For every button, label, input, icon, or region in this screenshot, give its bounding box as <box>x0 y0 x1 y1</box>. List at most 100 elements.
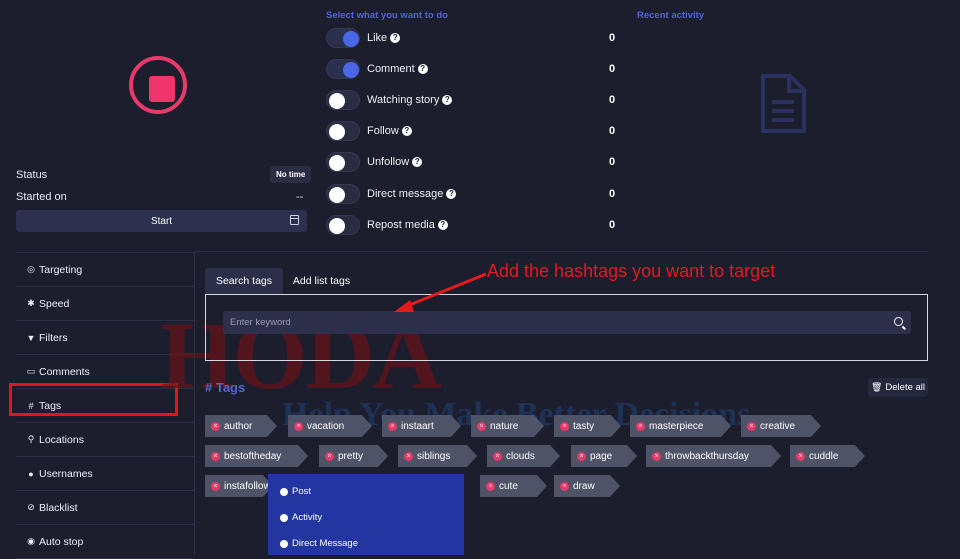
tag-chip[interactable]: × vacation <box>288 415 372 437</box>
toggle-comment[interactable] <box>326 59 360 79</box>
tag-chip[interactable]: × instaart <box>382 415 461 437</box>
tag-label: siblings <box>417 450 451 462</box>
action-count: 0 <box>609 32 616 44</box>
dropdown-item[interactable]: Activity <box>280 512 322 523</box>
tag-chip[interactable]: × author <box>205 415 277 437</box>
tag-chip[interactable]: × draw <box>554 475 620 497</box>
dropdown-item[interactable]: Direct Message <box>280 538 358 549</box>
sidebar-item-label: Blacklist <box>39 501 78 514</box>
sidebar-item-usernames[interactable]: ● Usernames <box>16 457 194 491</box>
remove-tag-icon[interactable]: × <box>404 452 413 461</box>
remove-tag-icon[interactable]: × <box>796 452 805 461</box>
remove-tag-icon[interactable]: × <box>325 452 334 461</box>
action-row: Repost media? 0 <box>326 214 626 236</box>
calendar-icon[interactable] <box>290 215 299 225</box>
tag-chip[interactable]: × cuddle <box>790 445 865 467</box>
help-icon[interactable]: ? <box>417 64 428 74</box>
sidebar-item-label: Auto stop <box>39 535 84 548</box>
toggle-direct-message[interactable] <box>326 184 360 204</box>
action-count: 0 <box>609 188 616 200</box>
remove-tag-icon[interactable]: × <box>294 422 303 431</box>
stop-icon[interactable] <box>149 76 175 102</box>
remove-tag-icon[interactable]: × <box>652 452 661 461</box>
remove-tag-icon[interactable]: × <box>477 422 486 431</box>
start-button-label: Start <box>150 215 173 227</box>
tag-label: creative <box>760 420 796 432</box>
remove-tag-icon[interactable]: × <box>388 422 397 431</box>
toggle-repost-media[interactable] <box>326 215 360 235</box>
tab-add-list-tags[interactable]: Add list tags <box>284 268 359 294</box>
tag-chip[interactable]: × creative <box>741 415 821 437</box>
action-label: Unfollow <box>367 156 410 168</box>
tag-chip[interactable]: × masterpiece <box>630 415 731 437</box>
actions-title: Select what you want to do <box>326 10 448 21</box>
tag-label: instafollow <box>224 480 271 492</box>
help-icon[interactable]: ? <box>412 157 423 167</box>
remove-tag-icon[interactable]: × <box>560 422 569 431</box>
action-count: 0 <box>609 156 616 168</box>
tags-title: # Tags <box>205 380 246 395</box>
sidebar-item-auto-stop[interactable]: ◉ Auto stop <box>16 525 194 559</box>
tab-search-tags[interactable]: Search tags <box>205 268 283 294</box>
sidebar-item-locations[interactable]: ⚲ Locations <box>16 423 194 457</box>
action-label: Watching story <box>367 94 440 106</box>
dropdown-item[interactable]: Post <box>280 486 311 497</box>
help-icon[interactable]: ? <box>437 220 448 230</box>
delete-all-label: Delete all <box>885 382 926 393</box>
radio-icon <box>280 539 288 548</box>
toggle-unfollow[interactable] <box>326 152 360 172</box>
action-count: 0 <box>609 63 616 75</box>
remove-tag-icon[interactable]: × <box>211 422 220 431</box>
action-row: Follow? 0 <box>326 120 626 142</box>
toggle-like[interactable] <box>326 28 360 48</box>
toggle-follow[interactable] <box>326 121 360 141</box>
toggle-watching-story[interactable] <box>326 90 360 110</box>
tag-chip[interactable]: × cute <box>480 475 547 497</box>
ban-icon: ⊘ <box>27 502 35 512</box>
tag-chip[interactable]: × siblings <box>398 445 477 467</box>
action-label: Like <box>367 32 388 44</box>
help-icon[interactable]: ? <box>446 189 457 199</box>
started-on-label: Started on <box>16 191 67 203</box>
remove-tag-icon[interactable]: × <box>747 422 756 431</box>
remove-tag-icon[interactable]: × <box>636 422 645 431</box>
start-button[interactable]: Start <box>16 210 307 232</box>
help-icon[interactable]: ? <box>401 126 412 136</box>
tag-chip[interactable]: × bestoftheday <box>205 445 308 467</box>
filter-icon: ▼ <box>26 332 36 343</box>
remove-tag-icon[interactable]: × <box>493 452 502 461</box>
remove-tag-icon[interactable]: × <box>577 452 586 461</box>
sidebar-item-label: Targeting <box>39 263 83 276</box>
tag-label: cute <box>499 480 518 492</box>
tag-chip[interactable]: × clouds <box>487 445 560 467</box>
radio-icon <box>280 487 288 496</box>
tag-chip[interactable]: × page <box>571 445 637 467</box>
remove-tag-icon[interactable]: × <box>486 482 495 491</box>
sidebar-item-targeting[interactable]: ◎ Targeting <box>16 253 194 287</box>
tag-label: vacation <box>307 420 345 432</box>
tag-chip[interactable]: × throwbackthursday <box>646 445 781 467</box>
stop-circle-icon: ◉ <box>27 536 35 546</box>
action-label: Repost media <box>367 219 435 231</box>
remove-tag-icon[interactable]: × <box>211 452 220 461</box>
remove-tag-icon[interactable]: × <box>560 482 569 491</box>
action-row: Unfollow? 0 <box>326 151 626 173</box>
tag-chip[interactable]: × tasty <box>554 415 621 437</box>
remove-tag-icon[interactable]: × <box>211 482 220 491</box>
annotation-arrow-icon <box>394 272 487 312</box>
sidebar-item-blacklist[interactable]: ⊘ Blacklist <box>16 491 194 525</box>
action-row: Comment? 0 <box>326 58 626 80</box>
sidebar-item-label: Usernames <box>39 467 93 480</box>
tag-chip[interactable]: × pretty <box>319 445 388 467</box>
divider <box>195 251 928 252</box>
search-icon[interactable] <box>894 317 903 326</box>
dropdown-menu: Post Activity Direct Message <box>268 474 464 555</box>
help-icon[interactable]: ? <box>390 33 401 43</box>
action-label: Follow <box>367 125 399 137</box>
action-label: Direct message <box>367 188 444 200</box>
search-input[interactable]: Enter keyword <box>223 311 911 334</box>
help-icon[interactable]: ? <box>442 95 453 105</box>
tag-chip[interactable]: × instafollow <box>205 475 273 497</box>
delete-all-button[interactable]: 🗑 Delete all <box>868 378 928 397</box>
tag-chip[interactable]: × nature <box>471 415 544 437</box>
